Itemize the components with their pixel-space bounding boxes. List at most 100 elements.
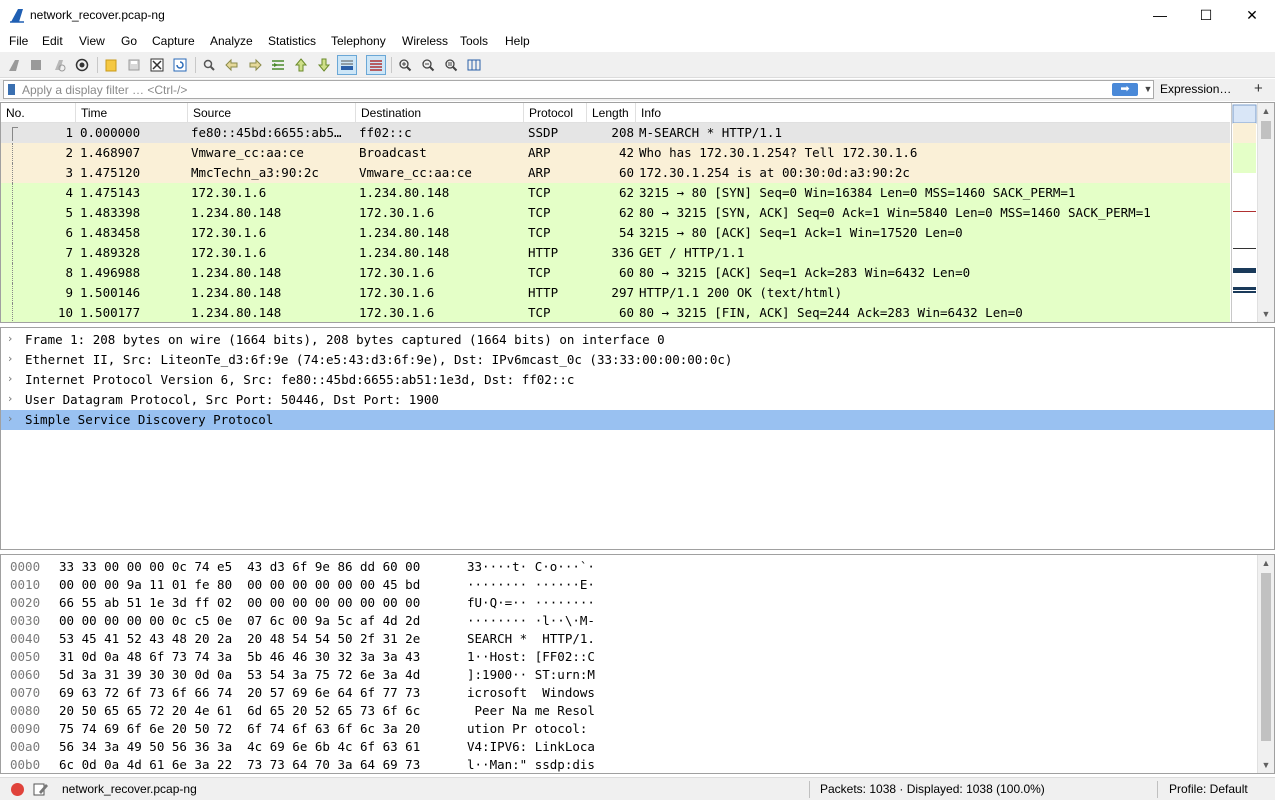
arrow-down-icon[interactable] — [314, 55, 334, 75]
column-header-destination[interactable]: Destination — [356, 103, 524, 123]
menu-edit[interactable]: Edit — [42, 34, 63, 48]
packet-minimap[interactable] — [1231, 103, 1257, 322]
detail-row-ethernet[interactable]: › Ethernet II, Src: LiteonTe_d3:6f:9e (7… — [1, 350, 1274, 370]
packet-length: 60 — [618, 265, 634, 280]
packet-row[interactable]: 4 1.475143 172.30.1.6 1.234.80.148 TCP 6… — [1, 183, 1230, 203]
packet-row[interactable]: 10 1.500177 1.234.80.148 172.30.1.6 TCP … — [1, 303, 1230, 322]
column-header-info[interactable]: Info — [636, 103, 1230, 123]
scroll-down-icon[interactable]: ▼ — [1258, 757, 1274, 773]
packet-protocol: HTTP — [528, 285, 559, 300]
shark-fin-start-icon[interactable] — [4, 55, 24, 75]
expert-info-icon[interactable] — [11, 783, 24, 796]
packet-row[interactable]: 1 0.000000 fe80::45bd:6655:ab5… ff02::c … — [1, 123, 1230, 143]
column-header-length[interactable]: Length — [587, 103, 636, 123]
maximize-button[interactable]: ☐ — [1183, 0, 1229, 30]
stop-square-icon[interactable] — [26, 55, 46, 75]
gear-icon[interactable] — [72, 55, 92, 75]
packet-row[interactable]: 2 1.468907 Vmware_cc:aa:ce Broadcast ARP… — [1, 143, 1230, 163]
menu-statistics[interactable]: Statistics — [268, 34, 316, 48]
zoom-reset-icon[interactable] — [441, 55, 461, 75]
hex-bytes: 33 33 00 00 00 0c 74 e5 43 d3 6f 9e 86 d… — [59, 559, 421, 574]
menu-go[interactable]: Go — [121, 34, 137, 48]
scroll-up-icon[interactable]: ▲ — [1258, 103, 1274, 119]
column-header-no[interactable]: No. — [1, 103, 76, 123]
menu-tools[interactable]: Tools — [460, 34, 488, 48]
status-profile[interactable]: Profile: Default — [1169, 782, 1248, 796]
add-filter-button[interactable]: + — [1254, 80, 1263, 97]
capture-comment-icon[interactable] — [33, 782, 49, 796]
chevron-right-icon[interactable]: › — [8, 412, 12, 425]
chevron-down-icon[interactable]: ▼ — [1142, 82, 1154, 97]
autoscroll-icon[interactable] — [337, 55, 357, 75]
close-button[interactable]: ✕ — [1229, 0, 1275, 30]
close-file-icon[interactable] — [147, 55, 167, 75]
detail-row-udp[interactable]: › User Datagram Protocol, Src Port: 5044… — [1, 390, 1274, 410]
packet-source: 1.234.80.148 — [191, 285, 282, 300]
colorize-icon[interactable] — [366, 55, 386, 75]
hex-offset: 00a0 — [10, 739, 41, 754]
arrow-up-icon[interactable] — [291, 55, 311, 75]
packet-time: 0.000000 — [80, 125, 141, 140]
menu-view[interactable]: View — [79, 34, 105, 48]
chevron-right-icon[interactable]: › — [8, 392, 12, 405]
detail-row-frame[interactable]: › Frame 1: 208 bytes on wire (1664 bits)… — [1, 330, 1274, 350]
packet-no: 3 — [65, 165, 73, 180]
packet-no: 7 — [65, 245, 73, 260]
detail-text: Ethernet II, Src: LiteonTe_d3:6f:9e (74:… — [25, 352, 733, 367]
packet-row[interactable]: 7 1.489328 172.30.1.6 1.234.80.148 HTTP … — [1, 243, 1230, 263]
chevron-right-icon[interactable]: › — [8, 352, 12, 365]
save-icon[interactable] — [124, 55, 144, 75]
packet-row[interactable]: 8 1.496988 1.234.80.148 172.30.1.6 TCP 6… — [1, 263, 1230, 283]
chevron-right-icon[interactable]: › — [8, 372, 12, 385]
resize-columns-icon[interactable] — [464, 55, 484, 75]
menu-capture[interactable]: Capture — [152, 34, 195, 48]
ascii-bytes: 33····t· C·o···`· — [467, 559, 595, 574]
scroll-thumb[interactable] — [1261, 573, 1271, 741]
bookmark-icon[interactable] — [8, 84, 15, 95]
packet-protocol: SSDP — [528, 125, 559, 140]
magnifier-icon[interactable] — [199, 55, 219, 75]
zoom-in-icon[interactable] — [395, 55, 415, 75]
folder-icon[interactable] — [101, 55, 121, 75]
detail-text: User Datagram Protocol, Src Port: 50446,… — [25, 392, 439, 407]
ascii-bytes: l··Man:" ssdp:dis — [467, 757, 595, 772]
expression-button[interactable]: Expression… — [1160, 82, 1231, 96]
shark-fin-icon — [10, 9, 24, 23]
packet-row[interactable]: 5 1.483398 1.234.80.148 172.30.1.6 TCP 6… — [1, 203, 1230, 223]
arrow-left-icon[interactable] — [222, 55, 242, 75]
packet-row[interactable]: 9 1.500146 1.234.80.148 172.30.1.6 HTTP … — [1, 283, 1230, 303]
goto-packet-icon[interactable] — [268, 55, 288, 75]
scroll-up-icon[interactable]: ▲ — [1258, 555, 1274, 571]
scroll-thumb[interactable] — [1261, 121, 1271, 139]
menu-file[interactable]: File — [9, 34, 28, 48]
arrow-right-icon[interactable] — [245, 55, 265, 75]
menu-help[interactable]: Help — [505, 34, 530, 48]
display-filter-input[interactable] — [22, 82, 1102, 97]
packet-list-scrollbar[interactable]: ▲ ▼ — [1257, 103, 1274, 322]
ascii-bytes: Peer Na me Resol — [467, 703, 595, 718]
packet-row[interactable]: 6 1.483458 172.30.1.6 1.234.80.148 TCP 5… — [1, 223, 1230, 243]
packet-length: 62 — [618, 185, 634, 200]
packet-source: Vmware_cc:aa:ce — [191, 145, 304, 160]
bytes-scrollbar[interactable]: ▲ ▼ — [1257, 555, 1274, 773]
menu-analyze[interactable]: Analyze — [210, 34, 253, 48]
menu-wireless[interactable]: Wireless — [402, 34, 448, 48]
column-header-time[interactable]: Time — [76, 103, 188, 123]
detail-row-ipv6[interactable]: › Internet Protocol Version 6, Src: fe80… — [1, 370, 1274, 390]
chevron-right-icon[interactable]: › — [8, 332, 12, 345]
reload-icon[interactable] — [170, 55, 190, 75]
apply-filter-arrow-icon[interactable]: ➡ — [1112, 83, 1138, 96]
packet-destination: 1.234.80.148 — [359, 185, 450, 200]
menu-telephony[interactable]: Telephony — [331, 34, 386, 48]
detail-text: Internet Protocol Version 6, Src: fe80::… — [25, 372, 575, 387]
packet-row[interactable]: 3 1.475120 MmcTechn_a3:90:2c Vmware_cc:a… — [1, 163, 1230, 183]
restart-icon[interactable] — [49, 55, 69, 75]
minimize-button[interactable]: — — [1137, 0, 1183, 30]
detail-row-ssdp[interactable]: › Simple Service Discovery Protocol — [1, 410, 1274, 430]
packet-source: MmcTechn_a3:90:2c — [191, 165, 319, 180]
column-header-source[interactable]: Source — [188, 103, 356, 123]
zoom-out-icon[interactable] — [418, 55, 438, 75]
scroll-down-icon[interactable]: ▼ — [1258, 306, 1274, 322]
column-header-protocol[interactable]: Protocol — [524, 103, 587, 123]
packet-time: 1.500177 — [80, 305, 141, 320]
